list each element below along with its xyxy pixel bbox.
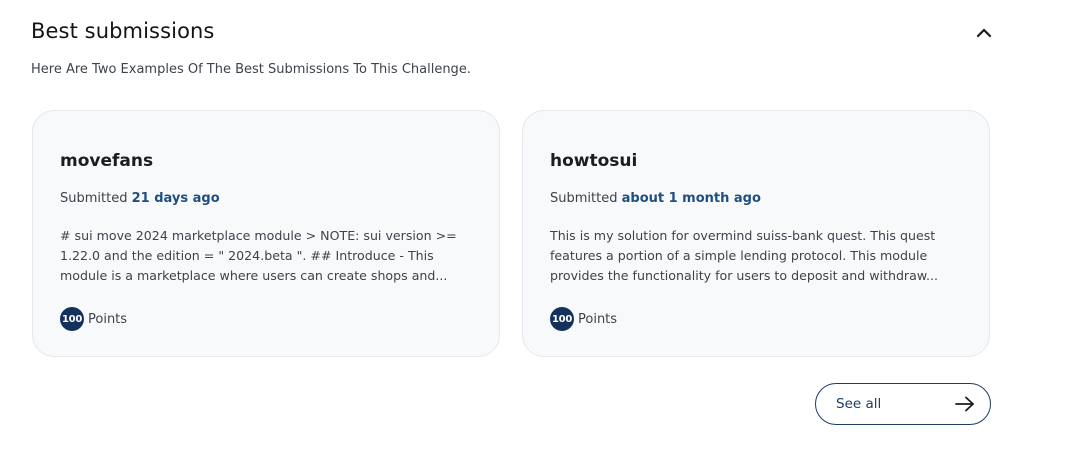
chevron-up-icon xyxy=(976,28,992,38)
submission-description: # sui move 2024 marketplace module > NOT… xyxy=(60,228,457,283)
best-submissions-section: Best submissions Here Are Two Examples O… xyxy=(0,0,1067,460)
arrow-right-icon xyxy=(954,396,976,412)
submission-description: This is my solution for overmind suiss-b… xyxy=(550,228,938,283)
section-subtitle: Here Are Two Examples Of The Best Submis… xyxy=(31,62,471,77)
submitted-when: about 1 month ago xyxy=(621,191,761,206)
collapse-button[interactable] xyxy=(971,22,997,44)
points-badge: 100 xyxy=(550,307,574,331)
submission-points: 100 Points xyxy=(60,307,127,331)
points-label: Points xyxy=(88,311,128,327)
submission-date: Submitted 21 days ago xyxy=(60,191,220,206)
submission-card[interactable]: movefans Submitted 21 days ago # sui mov… xyxy=(32,110,500,357)
submission-points: 100 Points xyxy=(550,307,617,331)
see-all-button[interactable]: See all xyxy=(815,383,991,425)
submitted-prefix: Submitted xyxy=(60,191,128,206)
submission-card[interactable]: howtosui Submitted about 1 month ago Thi… xyxy=(522,110,990,357)
submission-date: Submitted about 1 month ago xyxy=(550,191,761,206)
submitted-when: 21 days ago xyxy=(131,191,220,206)
submitted-prefix: Submitted xyxy=(550,191,618,206)
submission-username[interactable]: howtosui xyxy=(550,151,637,171)
section-title: Best submissions xyxy=(31,19,215,43)
points-label: Points xyxy=(578,311,618,327)
submission-username[interactable]: movefans xyxy=(60,151,153,171)
points-badge: 100 xyxy=(60,307,84,331)
see-all-label: See all xyxy=(836,396,882,412)
